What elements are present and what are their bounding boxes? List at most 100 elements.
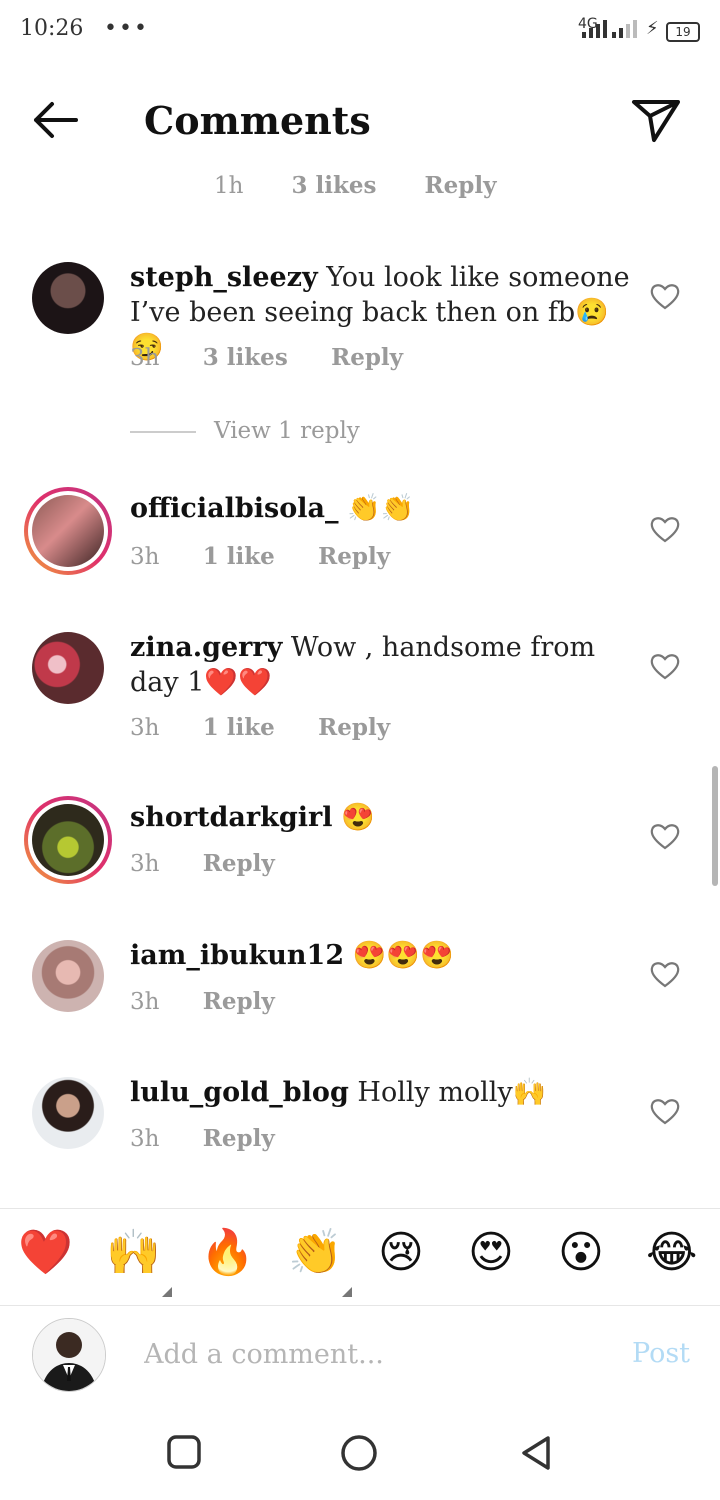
comment-time: 3h [130, 989, 160, 1015]
previous-comment-meta: 1h 3 likes Reply [214, 172, 536, 199]
comment-body: Holly molly🙌 [348, 1077, 547, 1108]
emoji-heart[interactable]: ❤️ [18, 1225, 73, 1281]
view-replies-button[interactable]: View 1 reply [130, 418, 360, 444]
avatar[interactable] [32, 940, 104, 1012]
emoji-heart-eyes[interactable]: 😍 [468, 1225, 514, 1281]
comment-body: 👏👏 [338, 493, 415, 524]
user-photo [33, 1319, 105, 1391]
comment-likes[interactable]: 3 likes [291, 172, 376, 199]
status-notification-dots: ••• [104, 16, 149, 41]
skin-tone-indicator-icon [162, 1287, 172, 1297]
skin-tone-indicator-icon [342, 1287, 352, 1297]
like-button[interactable] [650, 960, 680, 988]
comment-body: 😍 [332, 802, 375, 833]
back-nav-button[interactable] [518, 1434, 554, 1476]
reply-button[interactable]: Reply [203, 988, 275, 1015]
comment-username[interactable]: zina.gerry [130, 632, 282, 663]
comment-time: 3h [130, 544, 160, 570]
emoji-crying-face[interactable]: 😢 [378, 1225, 424, 1281]
scrollbar[interactable] [712, 766, 718, 886]
reply-button[interactable]: Reply [425, 172, 497, 199]
post-button[interactable]: Post [632, 1338, 690, 1369]
comment-username[interactable]: steph_sleezy [130, 262, 318, 293]
heart-icon [650, 962, 680, 988]
avatar[interactable] [32, 1077, 104, 1149]
like-button[interactable] [650, 822, 680, 850]
comment-time: 3h [130, 851, 160, 877]
heart-icon [650, 824, 680, 850]
like-button[interactable] [650, 652, 680, 680]
emoji-fire[interactable]: 🔥 [200, 1225, 255, 1281]
back-button[interactable] [30, 100, 82, 140]
comment-username[interactable]: officialbisola_ [130, 493, 338, 524]
home-button[interactable] [340, 1434, 378, 1476]
comment-meta: 3h Reply [130, 988, 311, 1015]
quick-emoji-bar: ❤️ 🙌 🔥 👏 😢 😍 😮 😂 [0, 1208, 720, 1306]
current-user-avatar [32, 1318, 106, 1392]
comment-time: 1h [214, 173, 244, 199]
page-title: Comments [144, 98, 371, 143]
story-ring[interactable] [24, 487, 112, 575]
comment-likes[interactable]: 1 like [203, 543, 275, 570]
reply-button[interactable]: Reply [331, 344, 403, 371]
emoji-surprised-face[interactable]: 😮 [558, 1225, 604, 1281]
charging-icon: ⚡ [646, 18, 659, 39]
avatar [32, 804, 104, 876]
comment-text: officialbisola_ 👏👏 [130, 491, 630, 526]
recent-apps-button[interactable] [166, 1434, 202, 1474]
comment-text: lulu_gold_blog Holly molly🙌 [130, 1075, 630, 1110]
header: Comments [0, 80, 720, 164]
battery-icon: 19 [666, 22, 700, 42]
system-navigation-bar [0, 1404, 720, 1500]
comment-text: shortdarkgirl 😍 [130, 800, 630, 835]
divider-line [130, 431, 196, 433]
reply-button[interactable]: Reply [318, 543, 390, 570]
comment-username[interactable]: iam_ibukun12 [130, 940, 344, 971]
status-time: 10:26 [20, 16, 84, 41]
heart-icon [650, 1099, 680, 1125]
arrow-left-icon [34, 102, 78, 138]
comment-username[interactable]: lulu_gold_blog [130, 1077, 349, 1108]
square-icon [167, 1435, 201, 1469]
comment-input[interactable] [144, 1334, 584, 1374]
avatar[interactable] [32, 632, 104, 704]
reply-button[interactable]: Reply [203, 1125, 275, 1152]
emoji-raising-hands[interactable]: 🙌 [106, 1225, 161, 1281]
comment-meta: 3h Reply [130, 1125, 311, 1152]
like-button[interactable] [650, 282, 680, 310]
avatar [32, 495, 104, 567]
status-bar: 10:26 ••• 4G ⚡ 19 [0, 0, 720, 62]
avatar[interactable] [32, 262, 104, 334]
comment-username[interactable]: shortdarkgirl [130, 802, 332, 833]
view-replies-label: View 1 reply [214, 418, 360, 444]
like-button[interactable] [650, 515, 680, 543]
reply-button[interactable]: Reply [203, 850, 275, 877]
comment-time: 3h [130, 715, 160, 741]
comment-meta: 3h 1 like Reply [130, 714, 426, 741]
like-button[interactable] [650, 1097, 680, 1125]
heart-icon [650, 284, 680, 310]
circle-icon [341, 1435, 377, 1471]
comment-text: iam_ibukun12 😍😍😍 [130, 938, 630, 973]
comment-meta: 3h Reply [130, 850, 311, 877]
heart-icon [650, 517, 680, 543]
signal-strength-icon-2 [612, 20, 637, 38]
comment-meta: 3h 1 like Reply [130, 543, 426, 570]
heart-icon [650, 654, 680, 680]
comment-likes[interactable]: 1 like [203, 714, 275, 741]
triangle-back-icon [522, 1436, 550, 1470]
share-button[interactable] [630, 98, 682, 144]
comment-time: 3h [130, 345, 160, 371]
comment-time: 3h [130, 1126, 160, 1152]
paper-plane-icon [632, 100, 680, 142]
comment-likes[interactable]: 3 likes [203, 344, 288, 371]
story-ring[interactable] [24, 796, 112, 884]
reply-button[interactable]: Reply [318, 714, 390, 741]
emoji-tears-of-joy[interactable]: 😂 [646, 1225, 697, 1281]
comment-body: 😍😍😍 [344, 940, 454, 971]
comment-meta: 3h 3 likes Reply [130, 344, 439, 371]
comment-composer: Post [0, 1306, 720, 1402]
comment-text: zina.gerry Wow , handsome from day 1❤️❤️ [130, 630, 630, 700]
emoji-clapping-hands[interactable]: 👏 [288, 1225, 343, 1281]
signal-strength-icon [582, 20, 607, 38]
